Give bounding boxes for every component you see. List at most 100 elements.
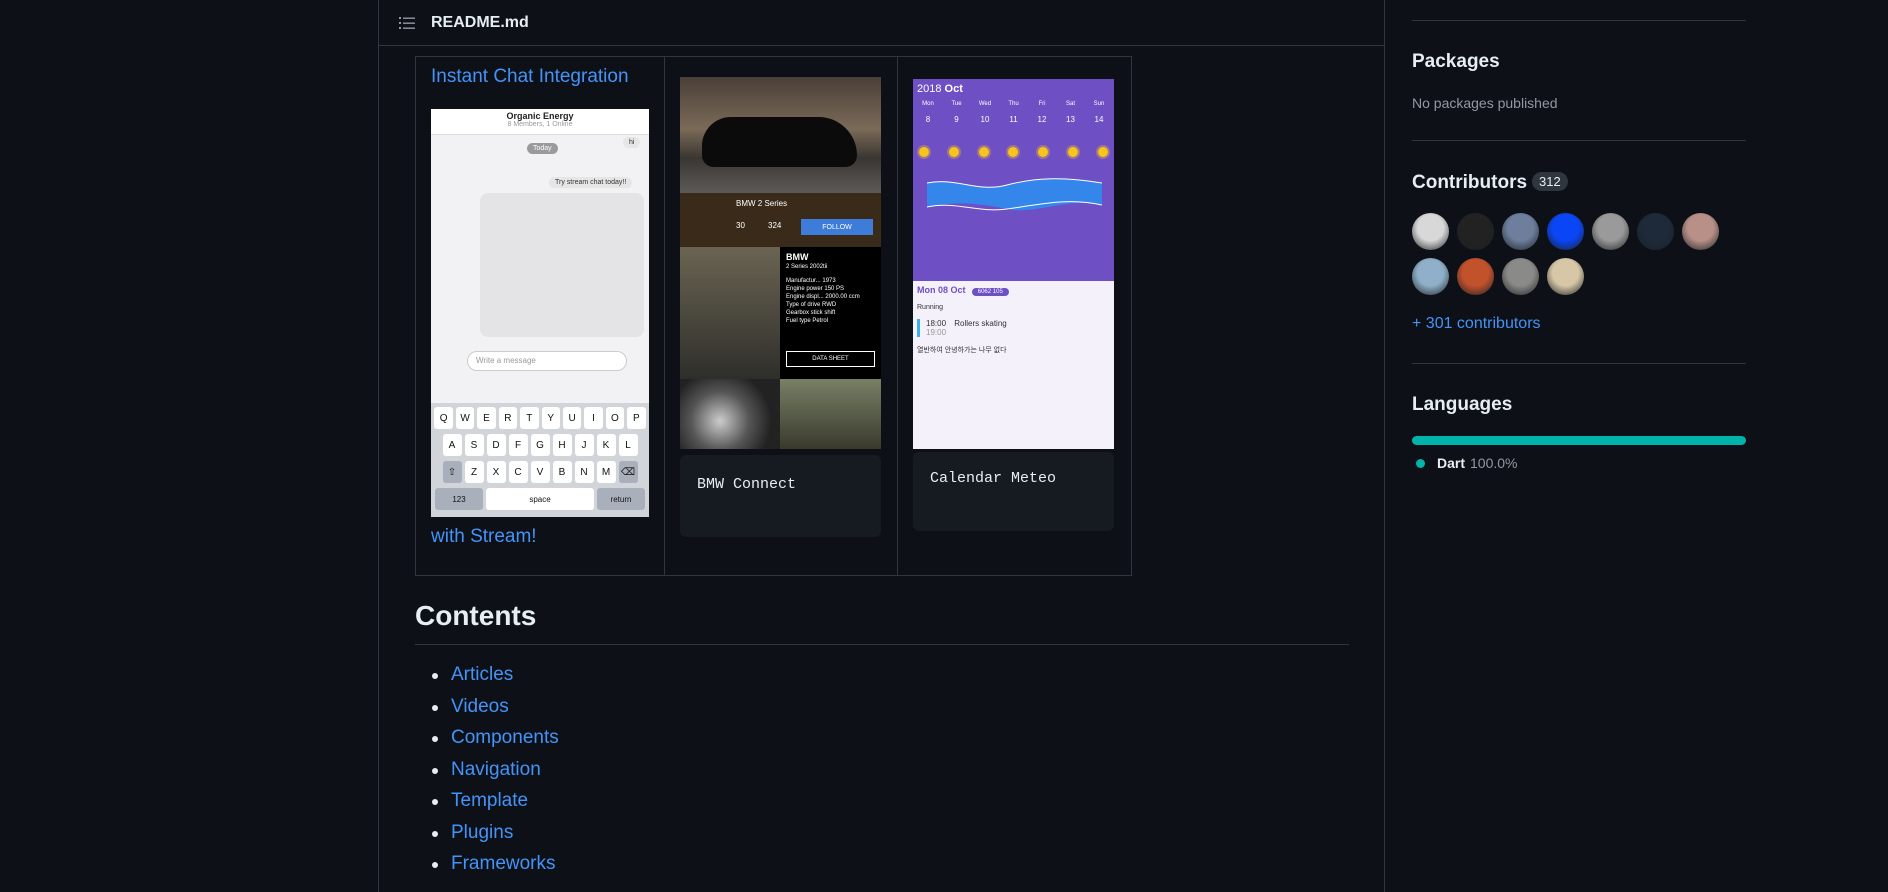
- chat-message-input: Write a message: [467, 351, 627, 371]
- chat-app-subtitle: 8 Members, 1 Online: [507, 121, 573, 128]
- contributor-avatar[interactable]: [1547, 258, 1584, 295]
- contributors-count-badge: 312: [1532, 172, 1568, 191]
- sun-icon: [978, 147, 989, 157]
- chat-app-screenshot[interactable]: Organic Energy 8 Members, 1 Online Today…: [431, 109, 649, 517]
- spec-row: Engine displ... 2000.00 ccm: [786, 294, 860, 300]
- day-number: 12: [1037, 115, 1047, 124]
- contributor-avatar[interactable]: [1457, 258, 1494, 295]
- car-image: [702, 117, 857, 167]
- no-packages-text: No packages published: [1412, 95, 1558, 111]
- weekday-label: Sat: [1065, 101, 1075, 107]
- spec-row: Type of drive RWD: [786, 302, 837, 308]
- keyboard-key: G: [530, 434, 550, 456]
- weekday-label: Tue: [951, 101, 962, 107]
- divider: [1412, 140, 1746, 141]
- showcase-cell-bmw: BMW 2 Series 30 324 FOLLOW BMW 2 Series …: [665, 57, 898, 575]
- weekday-label: Mon: [922, 101, 934, 107]
- keyboard-key: Q: [434, 407, 453, 429]
- contributor-avatar[interactable]: [1412, 258, 1449, 295]
- contents-link[interactable]: Articles: [451, 664, 513, 685]
- showcase-table: Instant Chat Integration Organic Energy …: [415, 56, 1132, 576]
- language-bar[interactable]: [1412, 436, 1746, 445]
- sun-icon: [1068, 147, 1079, 157]
- keyboard-key: H: [552, 434, 572, 456]
- more-contributors-link[interactable]: + 301 contributors: [1412, 315, 1541, 333]
- chat-message: Try stream chat today!!: [549, 177, 633, 188]
- calendar-app-screenshot[interactable]: 2018 Oct Mon Tue Wed Thu Fri Sat Sun 8 9 10 11 12 1…: [913, 79, 1114, 449]
- bmw-connect-caption: BMW Connect: [680, 455, 881, 537]
- contents-link[interactable]: Videos: [451, 696, 509, 717]
- calendar-month: Oct: [944, 83, 963, 95]
- contributors-heading[interactable]: Contributors 312: [1412, 172, 1568, 194]
- keyboard-key: K: [596, 434, 616, 456]
- chat-message: hi: [623, 137, 641, 148]
- keyboard: QWERTYUIOP ASDFGHJKL ⇧ Z X C V B N M ⌫ 123 space…: [431, 403, 649, 517]
- keyboard-key: D: [486, 434, 506, 456]
- divider: [1412, 363, 1746, 364]
- contents-link[interactable]: Navigation: [451, 759, 541, 780]
- readme-filename: README.md: [431, 13, 529, 31]
- chat-image-placeholder: [480, 193, 644, 337]
- keyboard-key: N: [574, 461, 594, 483]
- contents-list-item: Frameworks: [432, 853, 559, 885]
- calendar-date-label: Mon 08 Oct: [917, 285, 966, 295]
- contributor-avatar[interactable]: [1637, 213, 1674, 250]
- event-time: 18:00: [926, 319, 947, 328]
- with-stream-link[interactable]: with Stream!: [431, 526, 537, 548]
- divider: [1412, 20, 1746, 21]
- outline-list-icon[interactable]: [398, 14, 416, 32]
- keyboard-key: Y: [541, 407, 560, 429]
- keyboard-key: B: [552, 461, 572, 483]
- keyboard-key: L: [618, 434, 638, 456]
- event-end: 19:00: [926, 328, 947, 337]
- keyboard-key: O: [605, 407, 625, 429]
- day-number: 13: [1066, 115, 1075, 124]
- bmw-app-screenshot[interactable]: BMW 2 Series 30 324 FOLLOW BMW 2 Series …: [680, 77, 881, 449]
- spec-subtitle: 2 Series 2002tii: [786, 264, 828, 270]
- keyboard-key: E: [477, 407, 496, 429]
- contents-list-item: Components: [432, 727, 559, 759]
- backspace-key-icon: ⌫: [618, 461, 638, 483]
- contributor-avatar[interactable]: [1682, 213, 1719, 250]
- calendar-meteo-caption: Calendar Meteo: [913, 452, 1114, 531]
- chat-integration-link[interactable]: Instant Chat Integration: [431, 66, 629, 88]
- language-name: Dart: [1437, 455, 1466, 471]
- contents-link[interactable]: Frameworks: [451, 853, 556, 874]
- contents-list-item: Articles: [432, 664, 559, 696]
- keyboard-key: X: [486, 461, 506, 483]
- sun-icon: [919, 147, 929, 157]
- chat-today-badge: Today: [527, 143, 558, 154]
- weekday-label: Sun: [1093, 101, 1105, 107]
- keyboard-key: 123: [435, 488, 483, 510]
- showcase-cell-chat: Instant Chat Integration Organic Energy …: [416, 57, 665, 575]
- keyboard-key: space: [486, 488, 594, 510]
- packages-heading[interactable]: Packages: [1412, 51, 1500, 73]
- divider: [415, 644, 1349, 645]
- car-photo: [680, 247, 780, 379]
- language-item-dart[interactable]: Dart 100.0%: [1416, 455, 1518, 471]
- contributor-avatar[interactable]: [1502, 258, 1539, 295]
- spec-row: Manufactur... 1973: [786, 278, 836, 284]
- contents-list: Articles Videos Components Navigation Templa…: [432, 664, 559, 885]
- barn-photo: [780, 379, 881, 449]
- weekday-label: Fri: [1038, 101, 1046, 107]
- keyboard-key: I: [584, 407, 603, 429]
- contents-link[interactable]: Template: [451, 790, 528, 811]
- contributor-avatar[interactable]: [1547, 213, 1584, 250]
- keyboard-key: S: [464, 434, 484, 456]
- contents-link[interactable]: Plugins: [451, 822, 513, 843]
- calendar-running-label: Running: [917, 304, 944, 311]
- sun-icon: [1097, 147, 1108, 157]
- keyboard-key: W: [455, 407, 475, 429]
- keyboard-key: J: [574, 434, 594, 456]
- contents-link[interactable]: Components: [451, 727, 559, 748]
- contributor-avatar[interactable]: [1592, 213, 1629, 250]
- keyboard-key: A: [442, 434, 462, 456]
- chat-app-title: Organic Energy: [506, 111, 574, 121]
- contributor-avatar[interactable]: [1502, 213, 1539, 250]
- contributor-avatar[interactable]: [1412, 213, 1449, 250]
- wheel-photo: [680, 379, 780, 449]
- temperature-wave: [926, 178, 1103, 211]
- contributor-avatar[interactable]: [1457, 213, 1494, 250]
- bmw-stat: 30: [736, 221, 745, 230]
